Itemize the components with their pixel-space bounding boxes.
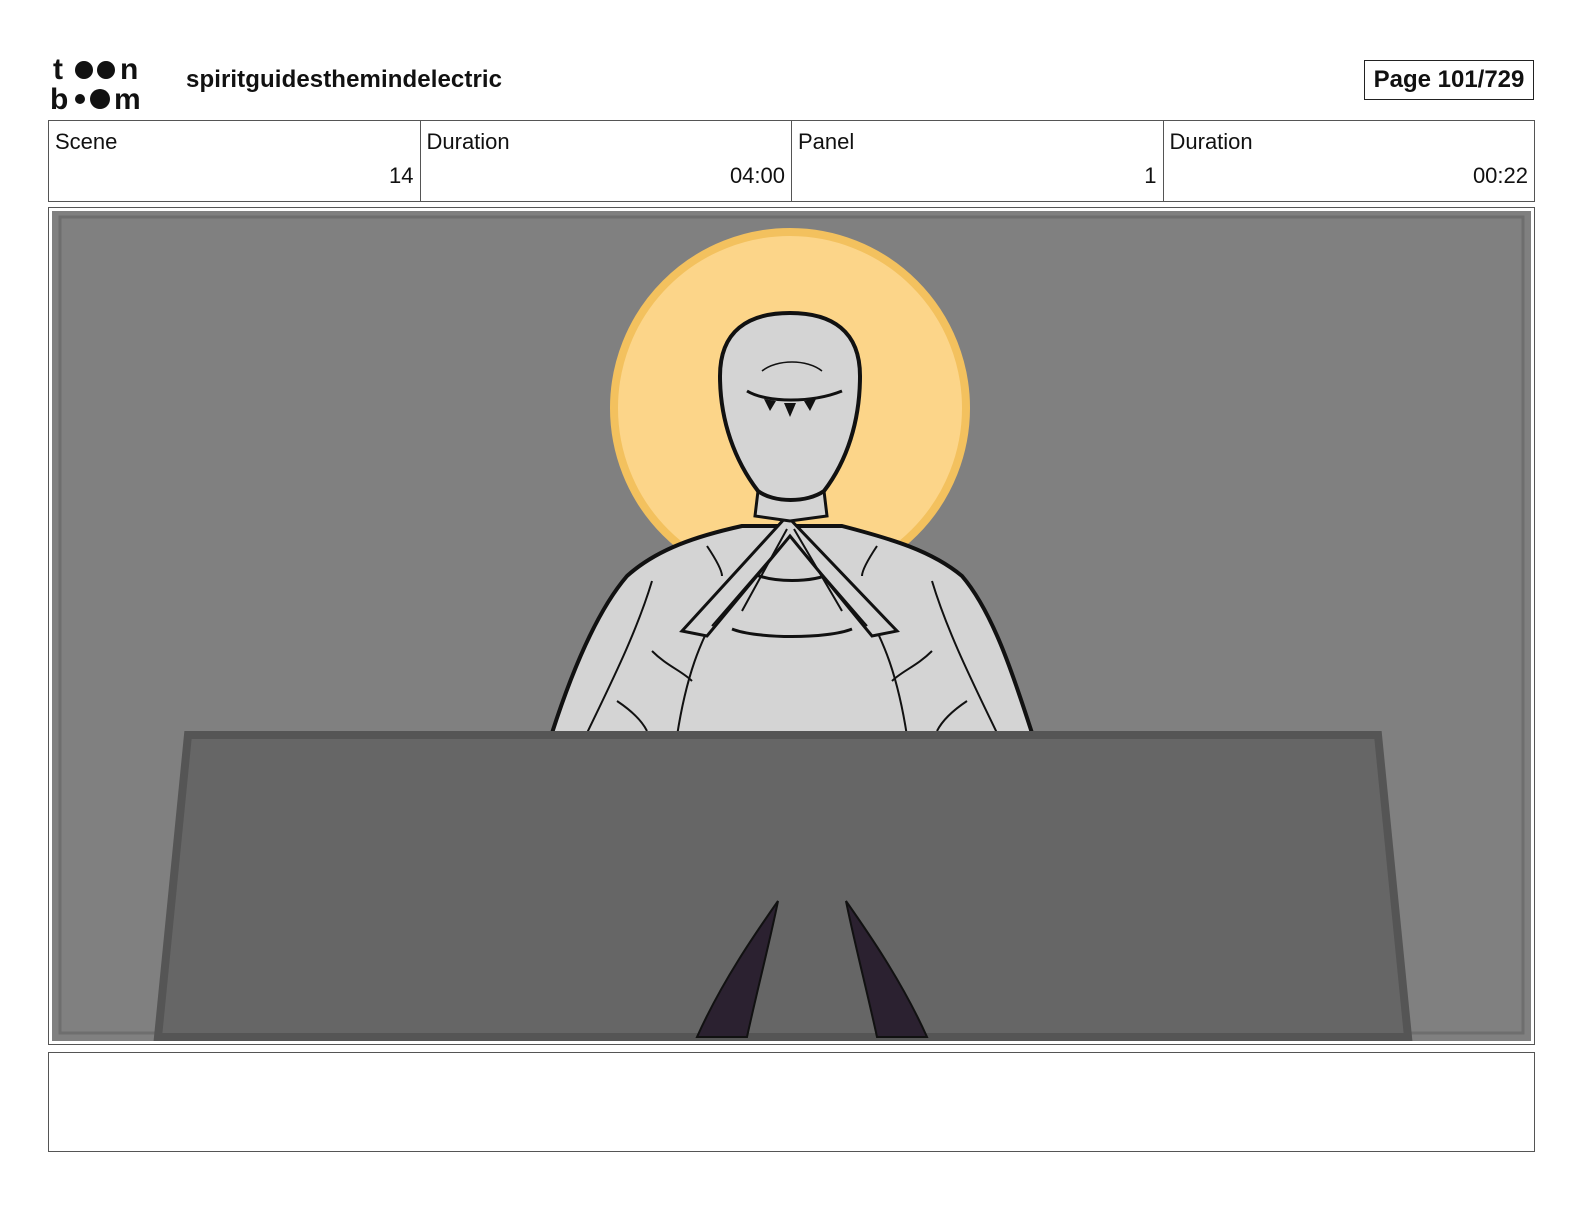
project-title: spiritguidesthemindelectric	[186, 66, 503, 93]
scene-label: Scene	[55, 129, 118, 154]
panel-label: Panel	[798, 129, 855, 154]
scene-info-table: Scene 14 Duration 04:00 Panel 1 Duration…	[48, 120, 1535, 202]
storyboard-panel	[48, 207, 1535, 1045]
panel-illustration	[52, 211, 1531, 1041]
panel-value: 1	[1144, 163, 1157, 188]
panel-cell: Panel 1	[792, 121, 1164, 201]
panel-duration-value: 00:22	[1472, 163, 1528, 188]
toon-boom-logo: t n b m	[50, 53, 141, 112]
scene-cell: Scene 14	[49, 121, 421, 201]
svg-text:m: m	[114, 83, 141, 112]
scene-duration-label: Duration	[426, 129, 510, 154]
desk	[153, 731, 1413, 1041]
svg-text:n: n	[120, 53, 138, 86]
svg-text:t: t	[53, 53, 63, 86]
page-number: Page 101/729	[1364, 60, 1534, 100]
panel-duration-cell: Duration 00:22	[1164, 121, 1535, 201]
svg-text:b: b	[50, 83, 68, 112]
scene-value: 14	[389, 163, 414, 188]
scene-duration-value: 04:00	[729, 163, 785, 188]
scene-duration-cell: Duration 04:00	[421, 121, 792, 201]
panel-notes	[48, 1052, 1535, 1152]
panel-duration-label: Duration	[1169, 129, 1253, 154]
